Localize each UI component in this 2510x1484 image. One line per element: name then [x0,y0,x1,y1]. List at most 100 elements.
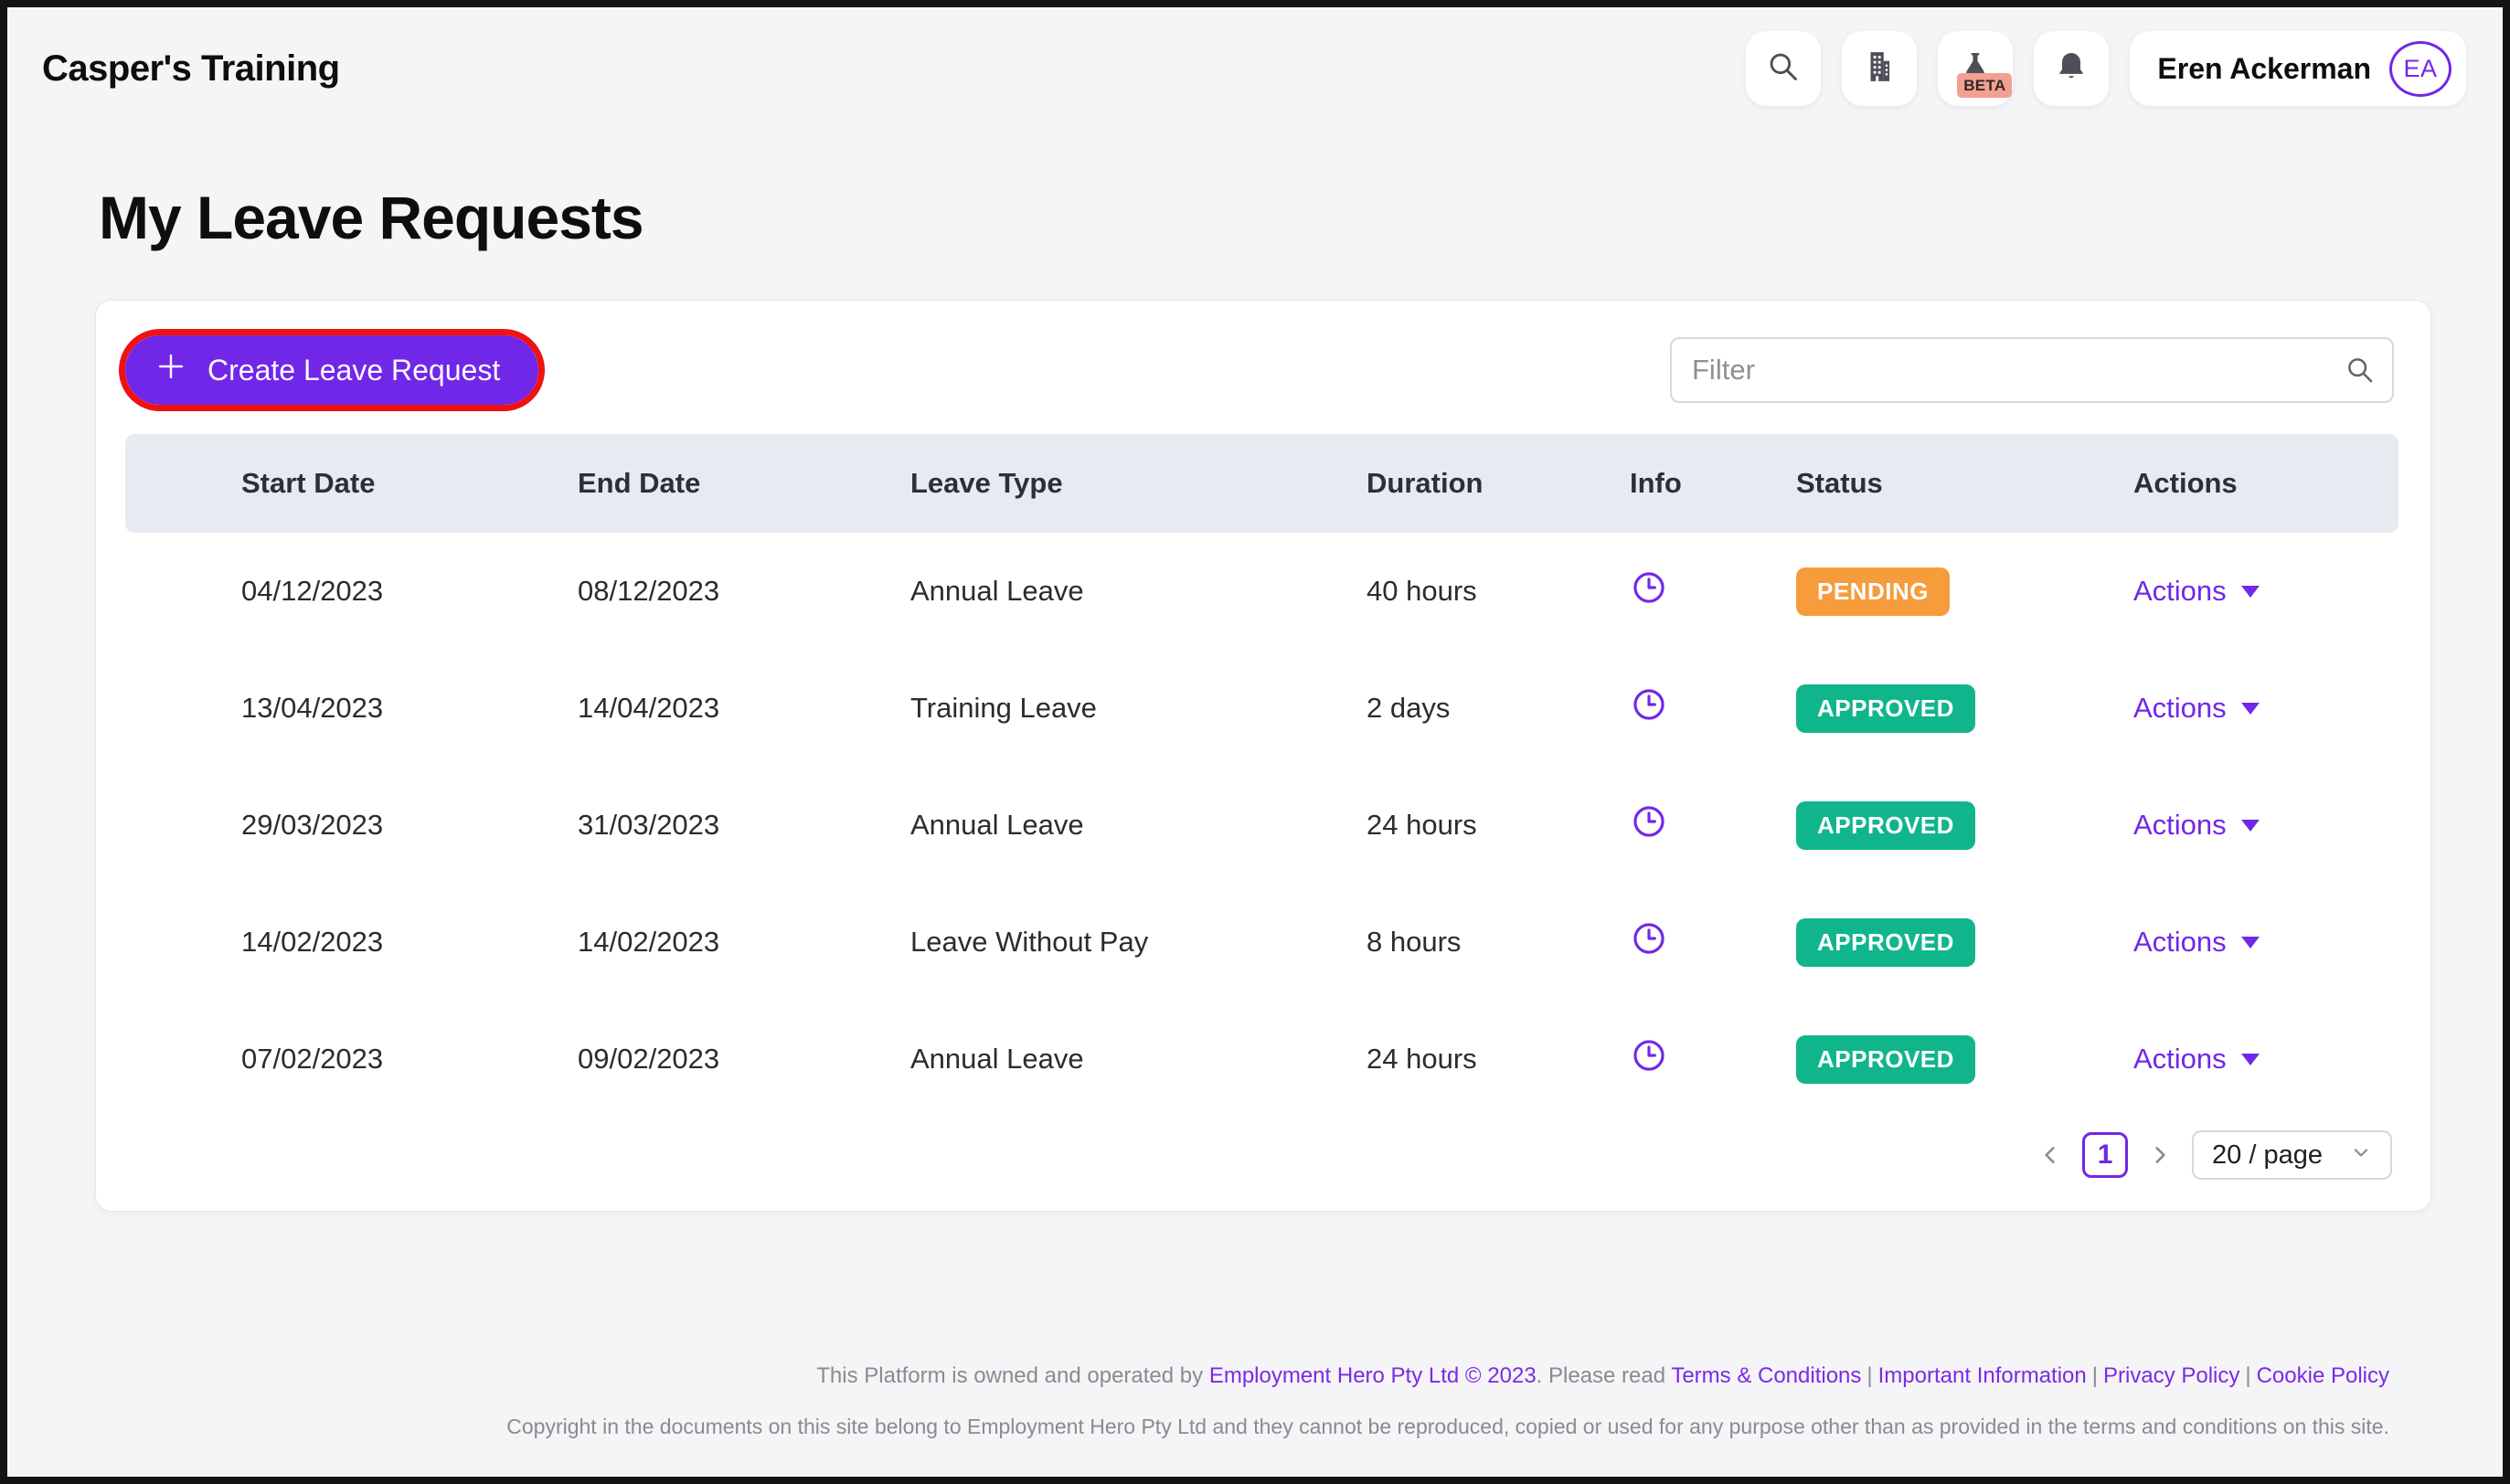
app-window: Casper's Training BETA Eren Ackerman EA … [0,0,2510,1484]
end-date-cell: 31/03/2023 [578,809,720,841]
pagination: 1 20 / page [96,1130,2392,1180]
beta-badge: BETA [1957,73,2013,98]
info-cell [1630,919,1796,965]
table-header-row: Start Date End Date Leave Type Duration … [125,434,2398,533]
clock-info-icon[interactable] [1630,923,1668,964]
avatar: EA [2389,40,2452,97]
footer-company-link[interactable]: Employment Hero Pty Ltd © 2023 [1209,1363,1537,1388]
footer-separator: | [2245,1363,2251,1388]
actions-dropdown[interactable]: Actions [2133,575,2260,608]
status-badge: PENDING [1796,567,1950,616]
status-cell: APPROVED [1796,800,2133,850]
footer-copyright-line: Copyright in the documents on this site … [506,1415,2389,1438]
previous-page-button[interactable] [2038,1143,2062,1167]
main-content: My Leave Requests Create Leave Request F… [7,183,2503,1439]
actions-label: Actions [2133,926,2227,958]
actions-cell: Actions [2133,926,2398,959]
duration-cell: 2 days [1367,692,1451,724]
footer-link-cookie-policy[interactable]: Cookie Policy [2257,1363,2389,1388]
organisation-button[interactable] [1842,31,1918,106]
column-header-start-date: Start Date [241,467,376,499]
status-badge: APPROVED [1796,1034,1975,1084]
actions-label: Actions [2133,1043,2227,1075]
leave-type-cell: Annual Leave [910,575,1084,607]
info-cell [1630,685,1796,731]
start-date-cell: 04/12/2023 [241,575,384,607]
footer-legal-line: This Platform is owned and operated by E… [95,1363,2389,1389]
create-leave-request-button[interactable]: Create Leave Request [118,329,546,411]
actions-label: Actions [2133,809,2227,841]
actions-dropdown[interactable]: Actions [2133,926,2260,959]
labs-button[interactable]: BETA [1938,31,2014,106]
search-button[interactable] [1746,31,1822,106]
filter-search-icon [2345,355,2376,386]
building-icon [1862,49,1897,89]
status-cell: APPROVED [1796,917,2133,967]
caret-down-icon [2240,585,2260,598]
actions-cell: Actions [2133,575,2398,608]
status-badge: APPROVED [1796,917,1975,967]
actions-dropdown[interactable]: Actions [2133,1043,2260,1076]
actions-dropdown[interactable]: Actions [2133,809,2260,842]
status-cell: APPROVED [1796,684,2133,733]
clock-info-icon[interactable] [1630,689,1668,730]
actions-dropdown[interactable]: Actions [2133,692,2260,725]
actions-cell: Actions [2133,1043,2398,1076]
caret-down-icon [2240,936,2260,949]
duration-cell: 24 hours [1367,1043,1477,1075]
start-date-cell: 14/02/2023 [241,926,384,958]
footer-middle: . Please read [1536,1363,1672,1388]
page-size-value: 20 / page [2212,1140,2323,1170]
page-number-button[interactable]: 1 [2082,1132,2129,1178]
leave-type-cell: Annual Leave [910,1043,1084,1075]
caret-down-icon [2240,702,2260,715]
chevron-down-icon [2350,1140,2372,1171]
filter-field [1670,337,2394,403]
leave-type-cell: Annual Leave [910,809,1084,841]
clock-info-icon[interactable] [1630,1040,1668,1081]
filter-input[interactable] [1670,337,2394,403]
actions-label: Actions [2133,575,2227,607]
footer: This Platform is owned and operated by E… [95,1363,2431,1439]
user-name: Eren Ackerman [2157,51,2371,85]
info-cell [1630,1036,1796,1082]
leave-requests-card: Create Leave Request Start Date End Date… [95,300,2431,1212]
footer-separator: | [1867,1363,1873,1388]
clock-info-icon[interactable] [1630,806,1668,847]
notifications-button[interactable] [2034,31,2110,106]
status-badge: APPROVED [1796,800,1975,850]
table-row: 13/04/2023 14/04/2023 Training Leave 2 d… [125,650,2398,767]
footer-separator: | [2091,1363,2098,1388]
duration-cell: 40 hours [1367,575,1477,607]
user-menu[interactable]: Eren Ackerman EA [2130,31,2466,106]
clock-info-icon[interactable] [1630,572,1668,613]
table-row: 29/03/2023 31/03/2023 Annual Leave 24 ho… [125,767,2398,884]
leave-type-cell: Training Leave [910,692,1097,724]
topbar: Casper's Training BETA Eren Ackerman EA [7,7,2503,128]
page-size-select[interactable]: 20 / page [2192,1130,2392,1180]
duration-cell: 24 hours [1367,809,1477,841]
next-page-button[interactable] [2148,1143,2172,1167]
actions-cell: Actions [2133,809,2398,842]
footer-link-terms[interactable]: Terms & Conditions [1671,1363,1861,1388]
footer-link-privacy-policy[interactable]: Privacy Policy [2103,1363,2239,1388]
caret-down-icon [2240,1053,2260,1065]
footer-link-important-information[interactable]: Important Information [1878,1363,2087,1388]
create-leave-request-label: Create Leave Request [207,353,501,387]
status-cell: PENDING [1796,567,2133,616]
end-date-cell: 08/12/2023 [578,575,720,607]
end-date-cell: 14/02/2023 [578,926,720,958]
brand-title: Casper's Training [42,48,340,89]
column-header-duration: Duration [1367,467,1484,499]
table-row: 14/02/2023 14/02/2023 Leave Without Pay … [125,884,2398,1001]
start-date-cell: 07/02/2023 [241,1043,384,1075]
caret-down-icon [2240,819,2260,832]
column-header-actions: Actions [2133,467,2238,499]
table-row: 04/12/2023 08/12/2023 Annual Leave 40 ho… [125,533,2398,650]
search-icon [1766,49,1801,89]
actions-label: Actions [2133,692,2227,724]
actions-cell: Actions [2133,692,2398,725]
plus-icon [154,350,187,390]
column-header-info: Info [1630,467,1682,499]
column-header-status: Status [1796,467,1883,499]
